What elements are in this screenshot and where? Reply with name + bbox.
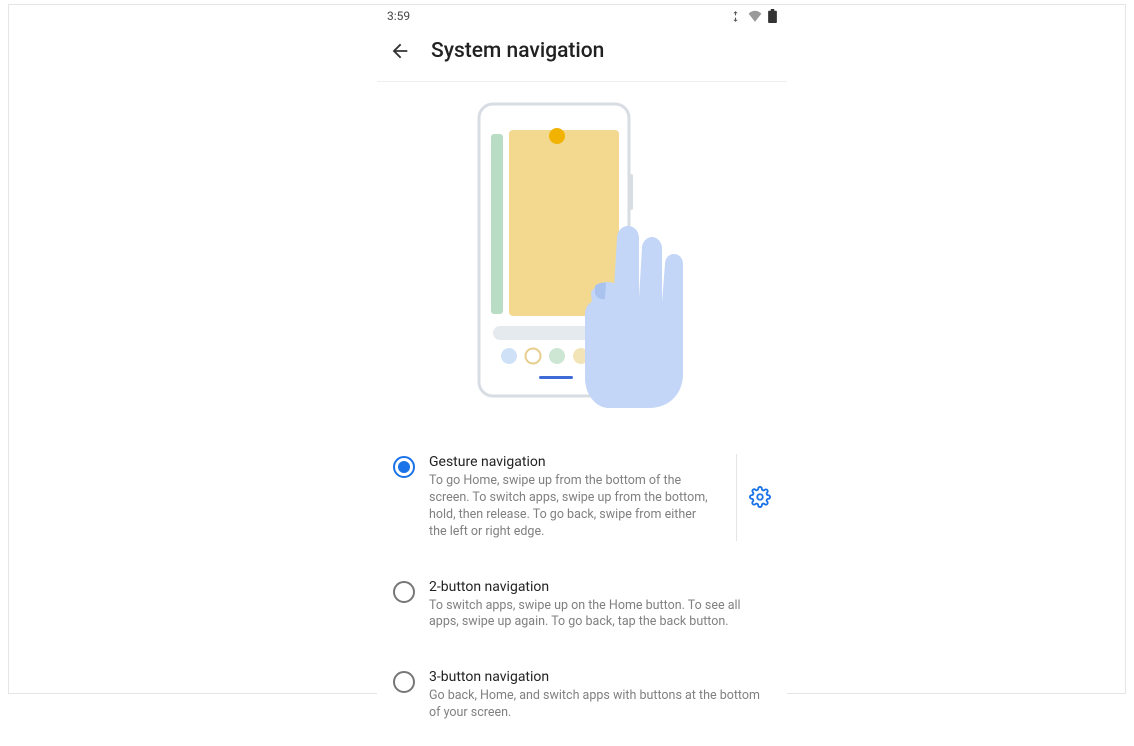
option-text: 3-button navigation Go back, Home, and s… [429,669,771,722]
gear-icon [749,486,771,508]
device-screen: 3:59 System navigation [377,5,787,746]
option-text: 2-button navigation To switch apps, swip… [429,579,771,632]
option-desc: Go back, Home, and switch apps with butt… [429,688,771,722]
status-time: 3:59 [387,9,410,23]
radio-gesture-navigation[interactable] [393,456,415,478]
gesture-settings-button[interactable] [736,454,771,541]
option-desc: To go Home, swipe up from the bottom of … [429,473,716,541]
outer-frame: 3:59 System navigation [8,4,1126,694]
option-2-button-navigation[interactable]: 2-button navigation To switch apps, swip… [393,565,771,656]
app-bar: System navigation [377,25,787,81]
status-bar: 3:59 [377,5,787,25]
page-title: System navigation [431,39,604,63]
dnd-icon [729,10,742,23]
back-icon[interactable] [389,40,411,62]
option-title: 3-button navigation [429,669,771,685]
battery-icon [768,9,777,23]
wifi-icon [748,10,762,22]
divider [377,81,787,82]
option-desc: To switch apps, swipe up on the Home but… [429,598,771,632]
options-list: Gesture navigation To go Home, swipe up … [377,428,787,746]
gesture-illustration [377,92,787,428]
option-title: 2-button navigation [429,579,771,595]
option-title: Gesture navigation [429,454,716,470]
radio-2-button-navigation[interactable] [393,581,415,603]
option-3-button-navigation[interactable]: 3-button navigation Go back, Home, and s… [393,655,771,746]
status-icons [729,9,777,23]
option-gesture-navigation[interactable]: Gesture navigation To go Home, swipe up … [393,440,771,565]
radio-3-button-navigation[interactable] [393,671,415,693]
option-text: Gesture navigation To go Home, swipe up … [429,454,716,541]
